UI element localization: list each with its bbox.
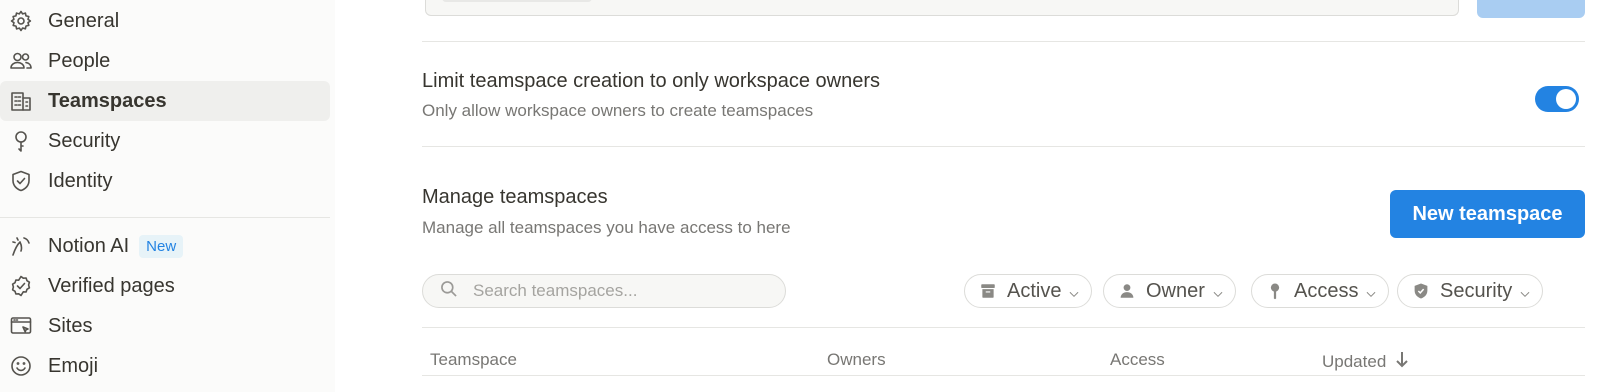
table-header-divider xyxy=(422,375,1585,376)
filter-active[interactable]: Active xyxy=(964,274,1093,308)
new-badge: New xyxy=(139,234,184,258)
column-header-teamspace[interactable]: Teamspace xyxy=(430,350,517,370)
sidebar-item-teamspaces[interactable]: Teamspaces xyxy=(0,81,330,121)
sidebar-item-label: Security xyxy=(48,129,121,152)
toggle-knob xyxy=(1556,89,1576,109)
filter-label: Access xyxy=(1294,279,1359,302)
column-header-owners[interactable]: Owners xyxy=(827,350,886,370)
limit-teamspace-toggle[interactable] xyxy=(1535,86,1579,112)
search-icon xyxy=(439,279,459,304)
key-icon xyxy=(8,128,34,154)
search-teamspaces[interactable] xyxy=(422,274,786,308)
column-header-access[interactable]: Access xyxy=(1110,350,1165,370)
verified-badge-icon xyxy=(8,273,34,299)
key-icon xyxy=(1266,282,1284,300)
sidebar-item-identity[interactable]: Identity xyxy=(0,161,330,201)
filter-label: Owner xyxy=(1146,279,1205,302)
column-label: Teamspace xyxy=(430,350,517,369)
manage-teamspaces-title: Manage teamspaces xyxy=(422,186,608,208)
chevron-down-icon xyxy=(1067,284,1081,298)
column-label: Access xyxy=(1110,350,1165,369)
sidebar-item-people[interactable]: People xyxy=(0,41,330,81)
settings-sidebar: General People Teamspaces Security Ident… xyxy=(0,0,335,392)
filter-access[interactable]: Access xyxy=(1251,274,1390,308)
sidebar-item-label: Sites xyxy=(48,314,93,337)
shield-check-icon xyxy=(8,168,34,194)
sidebar-item-label: People xyxy=(48,49,111,72)
chevron-down-icon xyxy=(1518,284,1532,298)
divider xyxy=(422,41,1585,42)
people-icon xyxy=(8,48,34,74)
limit-teamspace-description: Only allow workspace owners to create te… xyxy=(422,101,814,120)
ai-icon xyxy=(8,233,34,259)
arrow-down-icon xyxy=(1386,350,1410,373)
column-label: Owners xyxy=(827,350,886,369)
building-icon xyxy=(8,88,34,114)
sidebar-item-sites[interactable]: Sites xyxy=(0,306,330,346)
filter-security[interactable]: Security xyxy=(1397,274,1544,308)
sidebar-item-general[interactable]: General xyxy=(0,1,330,41)
sidebar-item-label: Verified pages xyxy=(48,274,175,297)
gear-icon xyxy=(8,8,34,34)
shield-icon xyxy=(1412,282,1430,300)
divider xyxy=(422,146,1585,147)
archive-icon xyxy=(979,282,997,300)
manage-teamspaces-description: Manage all teamspaces you have access to… xyxy=(422,218,791,237)
person-icon xyxy=(1118,282,1136,300)
filter-owner[interactable]: Owner xyxy=(1103,274,1236,308)
sidebar-divider xyxy=(0,217,330,218)
sidebar-item-security[interactable]: Security xyxy=(0,121,330,161)
sidebar-item-label: Emoji xyxy=(48,354,99,377)
limit-teamspace-title: Limit teamspace creation to only workspa… xyxy=(422,70,880,92)
search-input[interactable] xyxy=(473,281,773,301)
new-teamspace-button[interactable]: New teamspace xyxy=(1390,190,1585,238)
sidebar-item-notion-ai[interactable]: Notion AI New xyxy=(0,226,330,266)
column-label: Updated xyxy=(1322,351,1387,371)
filter-label: Active xyxy=(1007,279,1062,302)
browser-window-icon xyxy=(8,313,34,339)
partial-chip xyxy=(442,0,592,2)
smiley-icon xyxy=(8,353,34,379)
sidebar-item-label: Notion AI xyxy=(48,234,130,257)
sidebar-item-label: General xyxy=(48,9,120,32)
sidebar-item-emoji[interactable]: Emoji xyxy=(0,346,330,386)
chevron-down-icon xyxy=(1211,284,1225,298)
sidebar-item-label: Identity xyxy=(48,169,113,192)
teamspaces-settings: Limit teamspace creation to only workspa… xyxy=(335,0,1600,392)
sidebar-item-verified-pages[interactable]: Verified pages xyxy=(0,266,330,306)
sidebar-item-label: Teamspaces xyxy=(48,89,167,112)
table-top-divider xyxy=(422,327,1585,328)
column-header-updated[interactable]: Updated xyxy=(1322,350,1410,373)
chevron-down-icon xyxy=(1364,284,1378,298)
partial-input-field[interactable] xyxy=(425,0,1459,16)
filter-label: Security xyxy=(1440,279,1513,302)
partial-button[interactable] xyxy=(1477,0,1585,18)
